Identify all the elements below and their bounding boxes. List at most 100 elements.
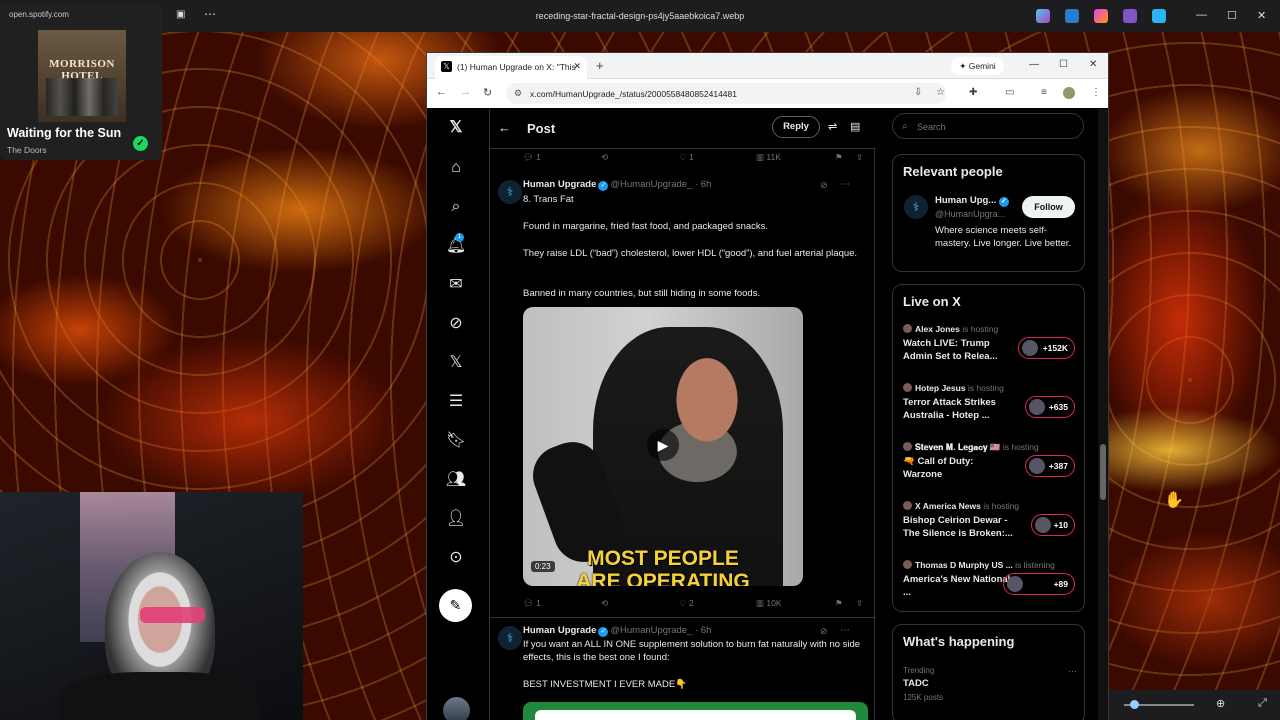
copilot-icon[interactable] [1036, 9, 1050, 23]
tweet-more-icon[interactable]: ⋯ [840, 625, 850, 636]
scrollbar-thumb[interactable] [1100, 444, 1106, 500]
forward-icon[interactable]: → [460, 86, 471, 98]
share-icon[interactable]: ⇪ [856, 152, 863, 163]
author-name[interactable]: Human Upgrade [523, 625, 596, 636]
url-field[interactable]: ⚙ x.com/HumanUpgrade_/status/20005584808… [506, 83, 946, 104]
site-info-icon[interactable]: ⚙ [514, 88, 522, 99]
browser-tab[interactable]: 𝕏 (1) Human Upgrade on X: "This ✕ [435, 56, 587, 79]
post-header: ← Post Reply ⇌ ▤ [490, 109, 876, 149]
minimize-icon[interactable]: — [1196, 9, 1207, 21]
play-icon[interactable]: ▶ [647, 429, 679, 461]
live-title: Bishop Ceirion Dewar - The Silence is Br… [903, 515, 1013, 539]
card-title: Relevant people [903, 164, 1003, 179]
like-icon[interactable]: ♡ 2 [679, 598, 694, 609]
reader-icon[interactable]: ▤ [850, 120, 860, 133]
app-icon-gradient[interactable] [1094, 9, 1108, 23]
new-tab-icon[interactable]: + [596, 58, 604, 73]
explore-search-icon[interactable]: ⌕ [445, 196, 467, 218]
follow-button[interactable]: Follow [1022, 196, 1075, 218]
more-circle-icon[interactable]: ⊙ [445, 547, 467, 569]
streamer-body [60, 672, 260, 720]
x-favicon-icon: 𝕏 [441, 61, 452, 72]
maximize-icon[interactable]: ☐ [1227, 9, 1237, 22]
repost-icon[interactable]: ⟲ [601, 152, 608, 163]
close-icon[interactable]: ✕ [1257, 9, 1266, 22]
author-avatar[interactable]: ⚕ [498, 626, 522, 650]
trend-count: 125K posts [903, 693, 944, 702]
x-logo-icon[interactable]: 𝕏 [445, 117, 467, 139]
grok-explain-icon[interactable]: ⊘ [820, 626, 828, 637]
tweet-more-icon[interactable]: ⋯ [840, 179, 850, 190]
trend-label: Trending [903, 666, 935, 675]
back-arrow-icon[interactable]: ← [498, 120, 511, 135]
browser-minimize-icon[interactable]: — [1029, 59, 1039, 70]
grok-icon[interactable]: ⊘ [445, 313, 467, 335]
bookmark-icon[interactable]: ⚑ [835, 598, 843, 609]
premium-x-icon[interactable]: 𝕏 [445, 352, 467, 374]
bookmarks-icon[interactable]: 🔖︎ [445, 430, 467, 452]
home-icon[interactable]: ⌂ [445, 157, 467, 179]
gemini-button[interactable]: ✦ Gemini [951, 57, 1004, 75]
listener-avatar [1035, 517, 1051, 533]
share-icon[interactable]: ⇪ [856, 598, 863, 609]
author-avatar[interactable]: ⚕ [498, 180, 522, 204]
views-icon[interactable]: ▥ 10K [756, 598, 782, 609]
bookmark-star-icon[interactable]: ☆ [936, 87, 945, 98]
sidepanel-icon[interactable]: ▭ [1005, 87, 1014, 98]
profile-icon[interactable]: 👤︎ [445, 508, 467, 530]
bookmark-icon[interactable]: ⚑ [835, 152, 843, 163]
cloud-icon[interactable] [1152, 9, 1166, 23]
browser-close-icon[interactable]: ✕ [1089, 59, 1097, 70]
live-host: Thomas D Murphy US ... is listening [903, 560, 1055, 570]
person-name[interactable]: Human Upg... ✓ [935, 195, 1009, 207]
trend-name[interactable]: TADC [903, 678, 929, 689]
app-icon-purple[interactable] [1123, 9, 1137, 23]
host-name: X America News [915, 501, 981, 511]
zoom-slider-thumb[interactable] [1130, 700, 1139, 709]
extensions-icon[interactable]: ✚ [969, 87, 977, 98]
compose-post-button[interactable]: ✎ [439, 589, 472, 622]
install-icon[interactable]: ⇩ [914, 87, 922, 98]
scrollbar[interactable] [1098, 109, 1108, 720]
lists-icon[interactable]: ☰ [445, 391, 467, 413]
reload-icon[interactable]: ↻ [483, 86, 492, 99]
search-input[interactable]: ⌕ Search [892, 113, 1084, 139]
profile-avatar[interactable] [1063, 87, 1075, 99]
saved-check-icon[interactable]: ✓ [133, 136, 148, 151]
browser-maximize-icon[interactable]: ☐ [1059, 59, 1068, 70]
author-name[interactable]: Human Upgrade [523, 179, 596, 190]
messages-icon[interactable]: ✉ [445, 274, 467, 296]
person-name-text: Human Upg... [935, 195, 997, 206]
app-icon-blue[interactable] [1065, 9, 1079, 23]
artist-name: The Doors [7, 145, 47, 155]
listener-count-text: +635 [1048, 402, 1068, 412]
back-icon[interactable]: ← [436, 86, 447, 98]
spotify-miniplayer[interactable]: open.spotify.com MORRISON HOTEL Waiting … [0, 4, 162, 160]
reply-count: 1 [536, 598, 541, 608]
account-avatar[interactable] [443, 697, 470, 720]
tweet-line: 8. Trans Fat [523, 194, 574, 205]
like-icon[interactable]: ♡ 1 [679, 152, 694, 163]
communities-icon[interactable]: 👥︎ [445, 469, 467, 491]
browser-menu-icon[interactable]: ⋮ [1091, 87, 1101, 98]
repost-icon[interactable]: ⟲ [601, 598, 608, 609]
tweet-text: BEST INVESTMENT I EVER MADE👇 [523, 679, 688, 690]
filter-icon[interactable]: ⇌ [828, 120, 837, 133]
trend-more-icon[interactable]: ⋯ [1068, 666, 1077, 677]
reading-list-icon[interactable]: ≡ [1041, 87, 1047, 98]
person-avatar[interactable]: ⚕ [904, 195, 928, 219]
tab-close-icon[interactable]: ✕ [573, 61, 581, 72]
views-icon[interactable]: ▥ 11K [756, 152, 781, 163]
zoom-in-icon[interactable]: ⊕ [1216, 697, 1225, 710]
fullscreen-icon[interactable]: ⤢ [1258, 697, 1267, 710]
listener-count-text: +10 [1053, 520, 1068, 530]
tweet-video[interactable]: ▶ MOST PEOPLE ARE OPERATING 0:23 [523, 307, 803, 586]
thread-tweet[interactable]: ⚕ Human Upgrade ✓ @HumanUpgrade_ · 6h ⊘ ⋯ … [490, 177, 876, 607]
reply-button[interactable]: Reply [772, 116, 820, 138]
host-status: is hosting [1002, 442, 1039, 452]
tweet-text: If you want an ALL IN ONE supplement sol… [523, 639, 861, 663]
reply-icon[interactable]: 💬︎ 1 [523, 598, 541, 609]
tweet-card-image[interactable] [523, 702, 868, 720]
reply-icon[interactable]: 💬︎ 1 [523, 152, 541, 163]
grok-explain-icon[interactable]: ⊘ [820, 180, 828, 191]
